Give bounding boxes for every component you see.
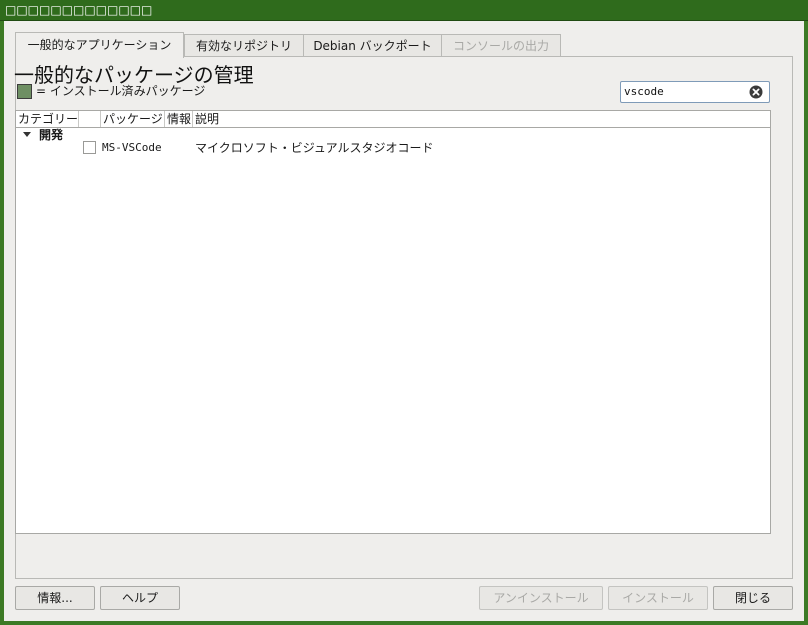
title-bar[interactable]: □□□□□□□□□□□□□ xyxy=(0,0,808,21)
tab-console-output: コンソールの出力 xyxy=(441,34,561,56)
tab-debian-backports[interactable]: Debian バックポート xyxy=(303,34,442,56)
package-description[interactable]: マイクロソフト・ビジュアルスタジオコード xyxy=(195,140,434,156)
package-list[interactable]: カテゴリー パッケージ 情報 説明 開発 MS-VSCode マイクロソフト・ビ… xyxy=(15,110,771,534)
window-client: 一般的なアプリケーション 有効なリポジトリ Debian バックポート コンソー… xyxy=(4,21,804,621)
installed-legend-swatch xyxy=(17,84,32,99)
header-divider xyxy=(16,127,770,128)
install-checkbox[interactable] xyxy=(83,141,96,154)
window-title: □□□□□□□□□□□□□ xyxy=(5,3,153,17)
uninstall-button: アンインストール xyxy=(479,586,603,610)
package-name[interactable]: MS-VSCode xyxy=(102,141,162,155)
tab-enabled-repositories[interactable]: 有効なリポジトリ xyxy=(184,34,304,56)
column-header-info[interactable]: 情報 xyxy=(165,111,193,127)
clear-circle-icon[interactable] xyxy=(749,85,763,99)
category-group-label[interactable]: 開発 xyxy=(39,127,63,143)
column-header-status[interactable] xyxy=(79,111,101,127)
help-button[interactable]: ヘルプ xyxy=(100,586,180,610)
column-header-package[interactable]: パッケージ xyxy=(101,111,165,127)
search-input[interactable]: vscode xyxy=(620,81,770,103)
tab-general-applications[interactable]: 一般的なアプリケーション xyxy=(15,32,184,58)
column-header-description[interactable]: 説明 xyxy=(193,111,770,127)
search-input-value: vscode xyxy=(624,85,664,98)
expand-triangle-icon[interactable] xyxy=(23,132,31,137)
column-header-category[interactable]: カテゴリー xyxy=(16,111,79,127)
app-window: □□□□□□□□□□□□□ 一般的なアプリケーション 有効なリポジトリ Debi… xyxy=(0,0,808,625)
info-button[interactable]: 情報... xyxy=(15,586,95,610)
installed-legend-label: = インストール済みパッケージ xyxy=(36,84,206,98)
close-button[interactable]: 閉じる xyxy=(713,586,793,610)
install-button: インストール xyxy=(608,586,708,610)
